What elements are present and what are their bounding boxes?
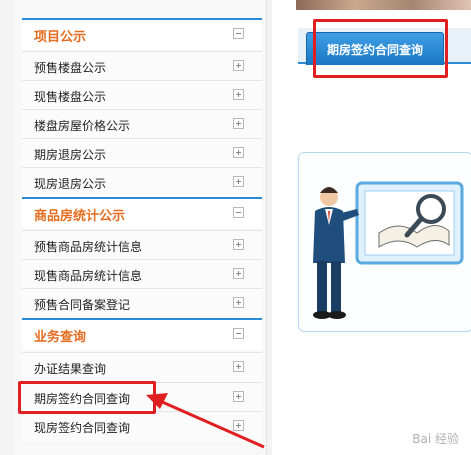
sidebar-item-label: 现售商品房统计信息	[34, 269, 143, 283]
illustration-panel	[298, 152, 471, 332]
section-title: 商品房统计公示	[34, 209, 126, 224]
expand-icon[interactable]	[233, 297, 244, 308]
sidebar-item-label: 期房退房公示	[34, 148, 107, 162]
watermark-text: Bai 经验	[412, 432, 459, 446]
sidebar-item-current-sale-stats[interactable]: 现售商品房统计信息	[22, 259, 262, 289]
expand-icon[interactable]	[233, 268, 244, 279]
sidebar-item-label: 预售合同备案登记	[34, 298, 131, 312]
tab-presale-contract-query[interactable]: 期房签约合同查询	[306, 32, 444, 65]
section-title: 项目公示	[34, 30, 87, 45]
search-illustration	[313, 181, 464, 319]
collapse-icon[interactable]	[233, 28, 244, 39]
tab-bar: 期房签约合同查询	[298, 28, 471, 65]
sidebar-item-presale-projects[interactable]: 预售楼盘公示	[22, 51, 262, 81]
sidebar-item-label: 现房签约合同查询	[34, 421, 131, 435]
section-header-housing-stats[interactable]: 商品房统计公示	[22, 197, 262, 229]
sidebar-item-presale-stats[interactable]: 预售商品房统计信息	[22, 230, 262, 260]
expand-icon[interactable]	[233, 239, 244, 250]
expand-icon[interactable]	[233, 89, 244, 100]
banner-image	[296, 0, 471, 10]
section-title: 业务查询	[34, 330, 87, 345]
collapse-icon[interactable]	[233, 328, 244, 339]
collapse-icon[interactable]	[233, 207, 244, 218]
sidebar-item-certificate-result[interactable]: 办证结果查询	[22, 352, 262, 382]
sidebar-item-current-sale-projects[interactable]: 现售楼盘公示	[22, 80, 262, 110]
expand-icon[interactable]	[233, 118, 244, 129]
expand-icon[interactable]	[233, 147, 244, 158]
sidebar-item-presale-contract-filing[interactable]: 预售合同备案登记	[22, 288, 262, 318]
pointer-arrow-icon	[146, 393, 265, 449]
sidebar-item-label: 现房退房公示	[34, 177, 107, 191]
sidebar-item-label: 现售楼盘公示	[34, 90, 107, 104]
expand-icon[interactable]	[233, 361, 244, 372]
section-header-business-query[interactable]: 业务查询	[22, 318, 262, 350]
sidebar-item-existing-refund[interactable]: 现房退房公示	[22, 167, 262, 197]
sidebar-item-label: 办证结果查询	[34, 362, 107, 376]
main-content: 期房签约合同查询 Bai 经验	[272, 0, 471, 455]
sidebar-item-label: 预售楼盘公示	[34, 61, 107, 75]
tab-label: 期房签约合同查询	[326, 43, 423, 57]
section-header-project-notice[interactable]: 项目公示	[22, 18, 262, 50]
sidebar-item-presale-refund[interactable]: 期房退房公示	[22, 138, 262, 168]
expand-icon[interactable]	[233, 60, 244, 71]
sidebar-item-house-price[interactable]: 楼盘房屋价格公示	[22, 109, 262, 139]
sidebar-item-label: 预售商品房统计信息	[34, 240, 143, 254]
sidebar-item-label: 期房签约合同查询	[34, 392, 131, 406]
sidebar-item-label: 楼盘房屋价格公示	[34, 119, 131, 133]
expand-icon[interactable]	[233, 176, 244, 187]
